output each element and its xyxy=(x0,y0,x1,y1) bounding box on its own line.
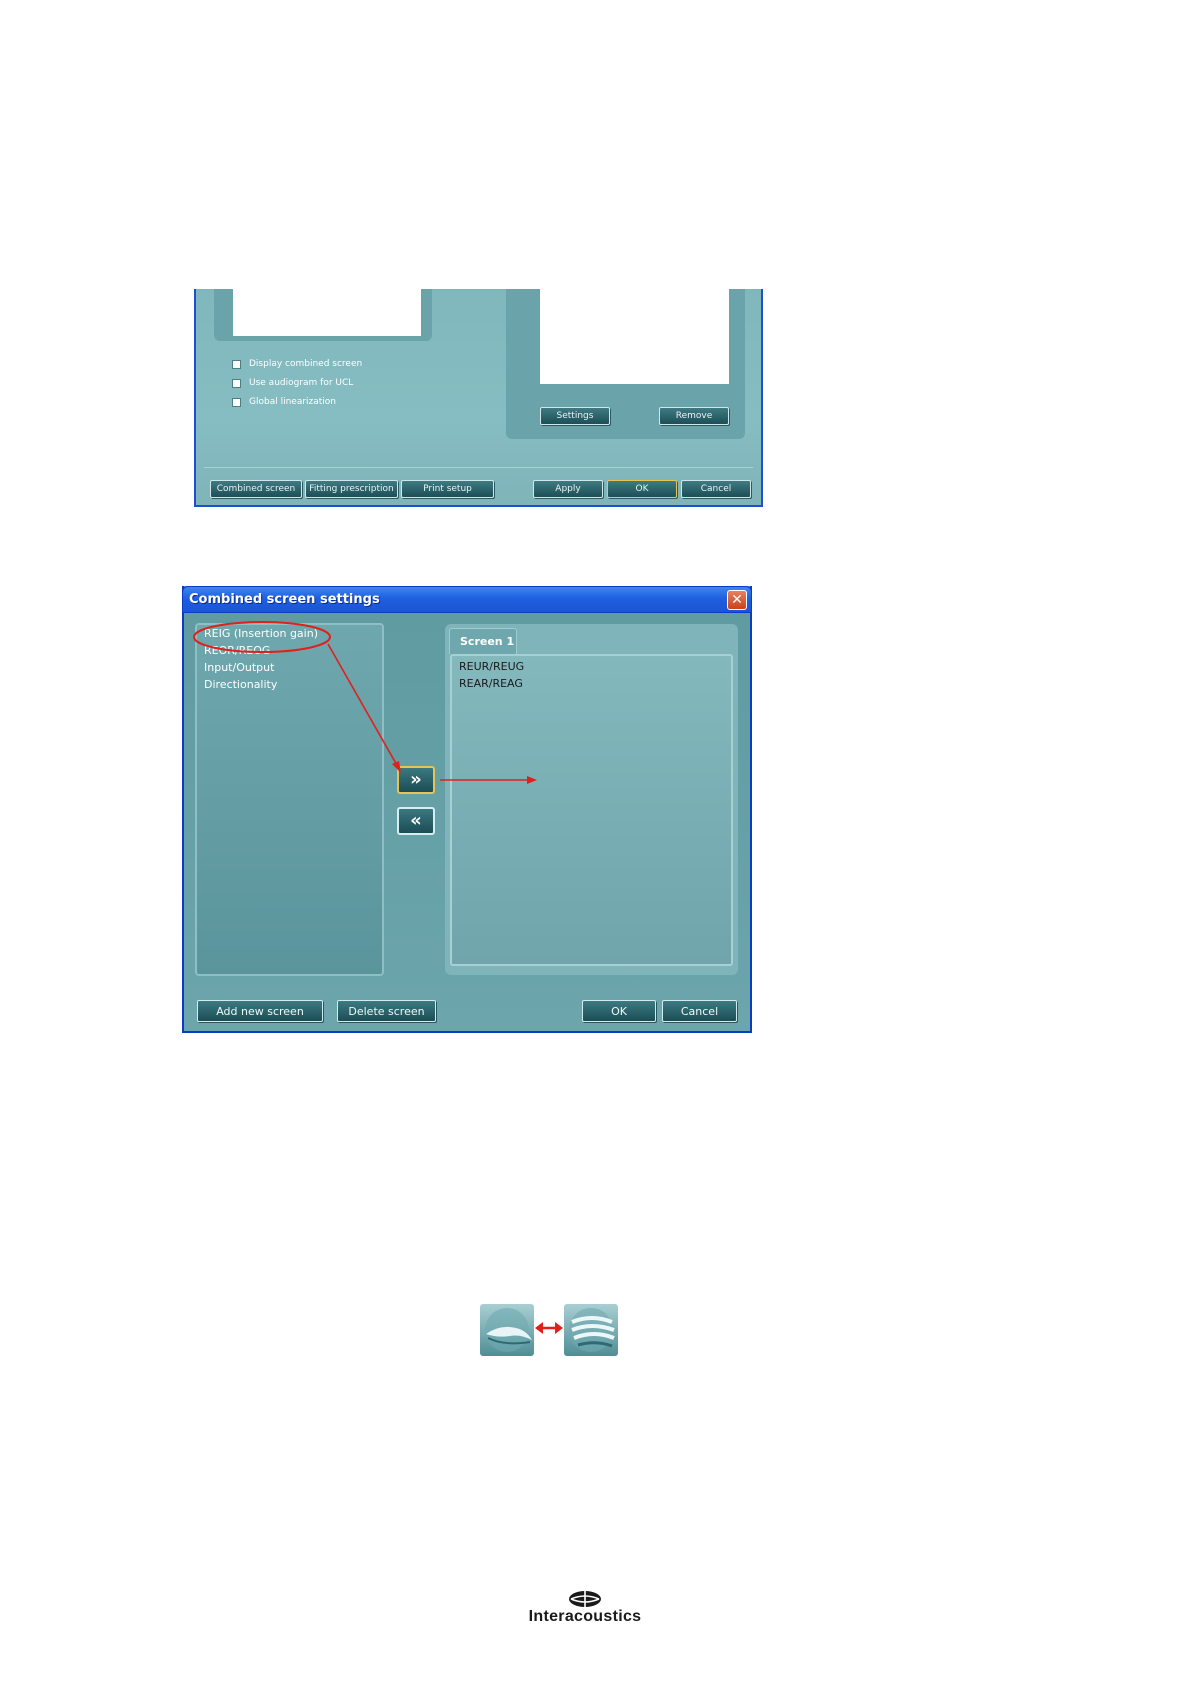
close-button[interactable]: ✕ xyxy=(727,590,747,610)
fitting-prescription-button[interactable]: Fitting prescription xyxy=(305,480,398,498)
list-item[interactable]: REOR/REOG xyxy=(204,644,270,657)
checkbox-label: Display combined screen xyxy=(249,359,363,369)
checkbox-label: Global linearization xyxy=(249,397,337,407)
remove-from-screen-button[interactable]: « xyxy=(397,807,435,835)
list-item[interactable]: REIG (Insertion gain) xyxy=(204,627,318,640)
dialog-title: Combined screen settings xyxy=(189,592,380,607)
hearing-aid-icon[interactable] xyxy=(564,1304,618,1356)
apply-button[interactable]: Apply xyxy=(533,480,603,498)
delete-screen-button[interactable]: Delete screen xyxy=(337,1000,436,1022)
add-to-screen-button[interactable]: » xyxy=(397,766,435,794)
global-linearization-checkbox[interactable] xyxy=(232,397,241,407)
logo-text: Interacoustics xyxy=(528,1608,642,1625)
cancel-button[interactable]: Cancel xyxy=(681,480,751,498)
remove-button[interactable]: Remove xyxy=(659,407,729,425)
settings-window-fragment: Display combined screen Use audiogram fo… xyxy=(194,289,763,507)
checkbox-label: Use audiogram for UCL xyxy=(249,378,354,388)
ok-button[interactable]: OK xyxy=(607,480,677,498)
dialog-titlebar[interactable]: Combined screen settings ✕ xyxy=(182,586,752,613)
footer-separator xyxy=(204,467,753,468)
list-item[interactable]: REAR/REAG xyxy=(459,677,523,690)
global-linearization-option[interactable]: Global linearization xyxy=(232,395,336,409)
list-item[interactable]: Input/Output xyxy=(204,661,274,674)
combined-screen-button[interactable]: Combined screen xyxy=(210,480,302,498)
dialog-ok-button[interactable]: OK xyxy=(582,1000,656,1022)
double-chevron-left-icon: « xyxy=(410,810,422,831)
double-chevron-right-icon: » xyxy=(410,769,422,790)
right-list-box[interactable] xyxy=(540,289,729,384)
use-audiogram-for-ucl-option[interactable]: Use audiogram for UCL xyxy=(232,376,353,390)
dialog-cancel-button[interactable]: Cancel xyxy=(662,1000,737,1022)
available-screens-list[interactable] xyxy=(195,623,384,976)
interacoustics-logo: Interacoustics xyxy=(505,1590,665,1630)
interacoustics-logo-icon xyxy=(569,1591,601,1607)
double-arrow-icon xyxy=(535,1322,563,1334)
screen-items-list[interactable] xyxy=(450,654,733,966)
display-combined-screen-checkbox[interactable] xyxy=(232,359,241,369)
ear-probe-icon[interactable] xyxy=(480,1304,534,1356)
list-item[interactable]: Directionality xyxy=(204,678,277,691)
left-list-box[interactable] xyxy=(233,289,421,336)
tab-screen-1[interactable]: Screen 1 xyxy=(449,628,517,654)
print-setup-button[interactable]: Print setup xyxy=(401,480,494,498)
close-icon: ✕ xyxy=(731,592,743,608)
display-combined-screen-option[interactable]: Display combined screen xyxy=(232,357,362,371)
list-item[interactable]: REUR/REUG xyxy=(459,660,524,673)
use-audiogram-for-ucl-checkbox[interactable] xyxy=(232,378,241,388)
add-new-screen-button[interactable]: Add new screen xyxy=(197,1000,323,1022)
settings-button[interactable]: Settings xyxy=(540,407,610,425)
